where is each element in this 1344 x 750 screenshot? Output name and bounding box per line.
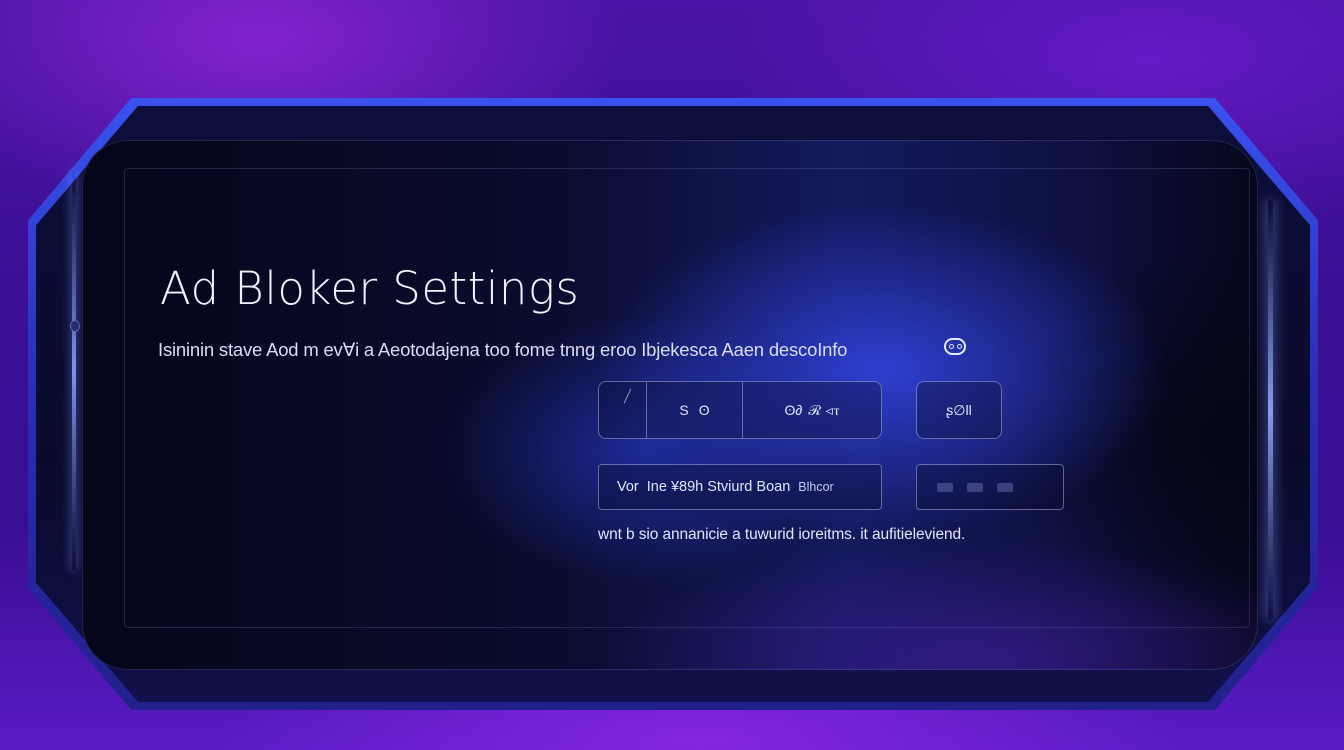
settings-description: Isininin stave Aod m evⱯi a Aeotodajena … (158, 339, 848, 360)
bezel-highlight-left (72, 170, 76, 570)
segment-option-3-label: ℛ ⊲ⲧ (808, 401, 840, 418)
background: Ad Bloker Settings Isininin stave Aod m … (0, 0, 1344, 750)
toggle-icon (937, 482, 953, 492)
filter-list-select[interactable]: Vor Ine ¥89h Stviurd Boan Blhcor (598, 464, 882, 510)
circle-icon: ʘ (698, 402, 710, 418)
segment-option-3[interactable]: ʘ∂ ℛ ⊲ⲧ (743, 382, 881, 438)
toggle-icon (967, 482, 983, 492)
settings-footnote: wnt b sio annanicie a tuwurid ioreitms. … (598, 526, 966, 543)
info-icon[interactable] (944, 338, 966, 355)
bezel-highlight-right (1268, 200, 1273, 620)
select-value-prefix: Vor (617, 479, 639, 495)
select-value-suffix: Blhcor (798, 480, 834, 494)
slash-icon (623, 388, 632, 404)
segment-option-1[interactable] (599, 382, 647, 438)
segmented-control: S ʘ ʘ∂ ℛ ⊲ⲧ (598, 381, 882, 439)
toggle-icon (997, 482, 1013, 492)
toggle-options[interactable] (916, 464, 1064, 510)
bezel-sensor-dot (70, 320, 80, 332)
small-option-button-label: ʂ∅ll (946, 401, 972, 418)
segment-option-2[interactable]: S ʘ (647, 382, 743, 438)
segment-option-2-label: S (679, 402, 689, 418)
small-option-button[interactable]: ʂ∅ll (916, 381, 1002, 439)
select-value: Ine ¥89h Stviurd Boan (646, 479, 791, 495)
segment-option-3-icon: ʘ∂ (784, 402, 803, 418)
page-title: Ad Bloker Settings (160, 262, 580, 315)
